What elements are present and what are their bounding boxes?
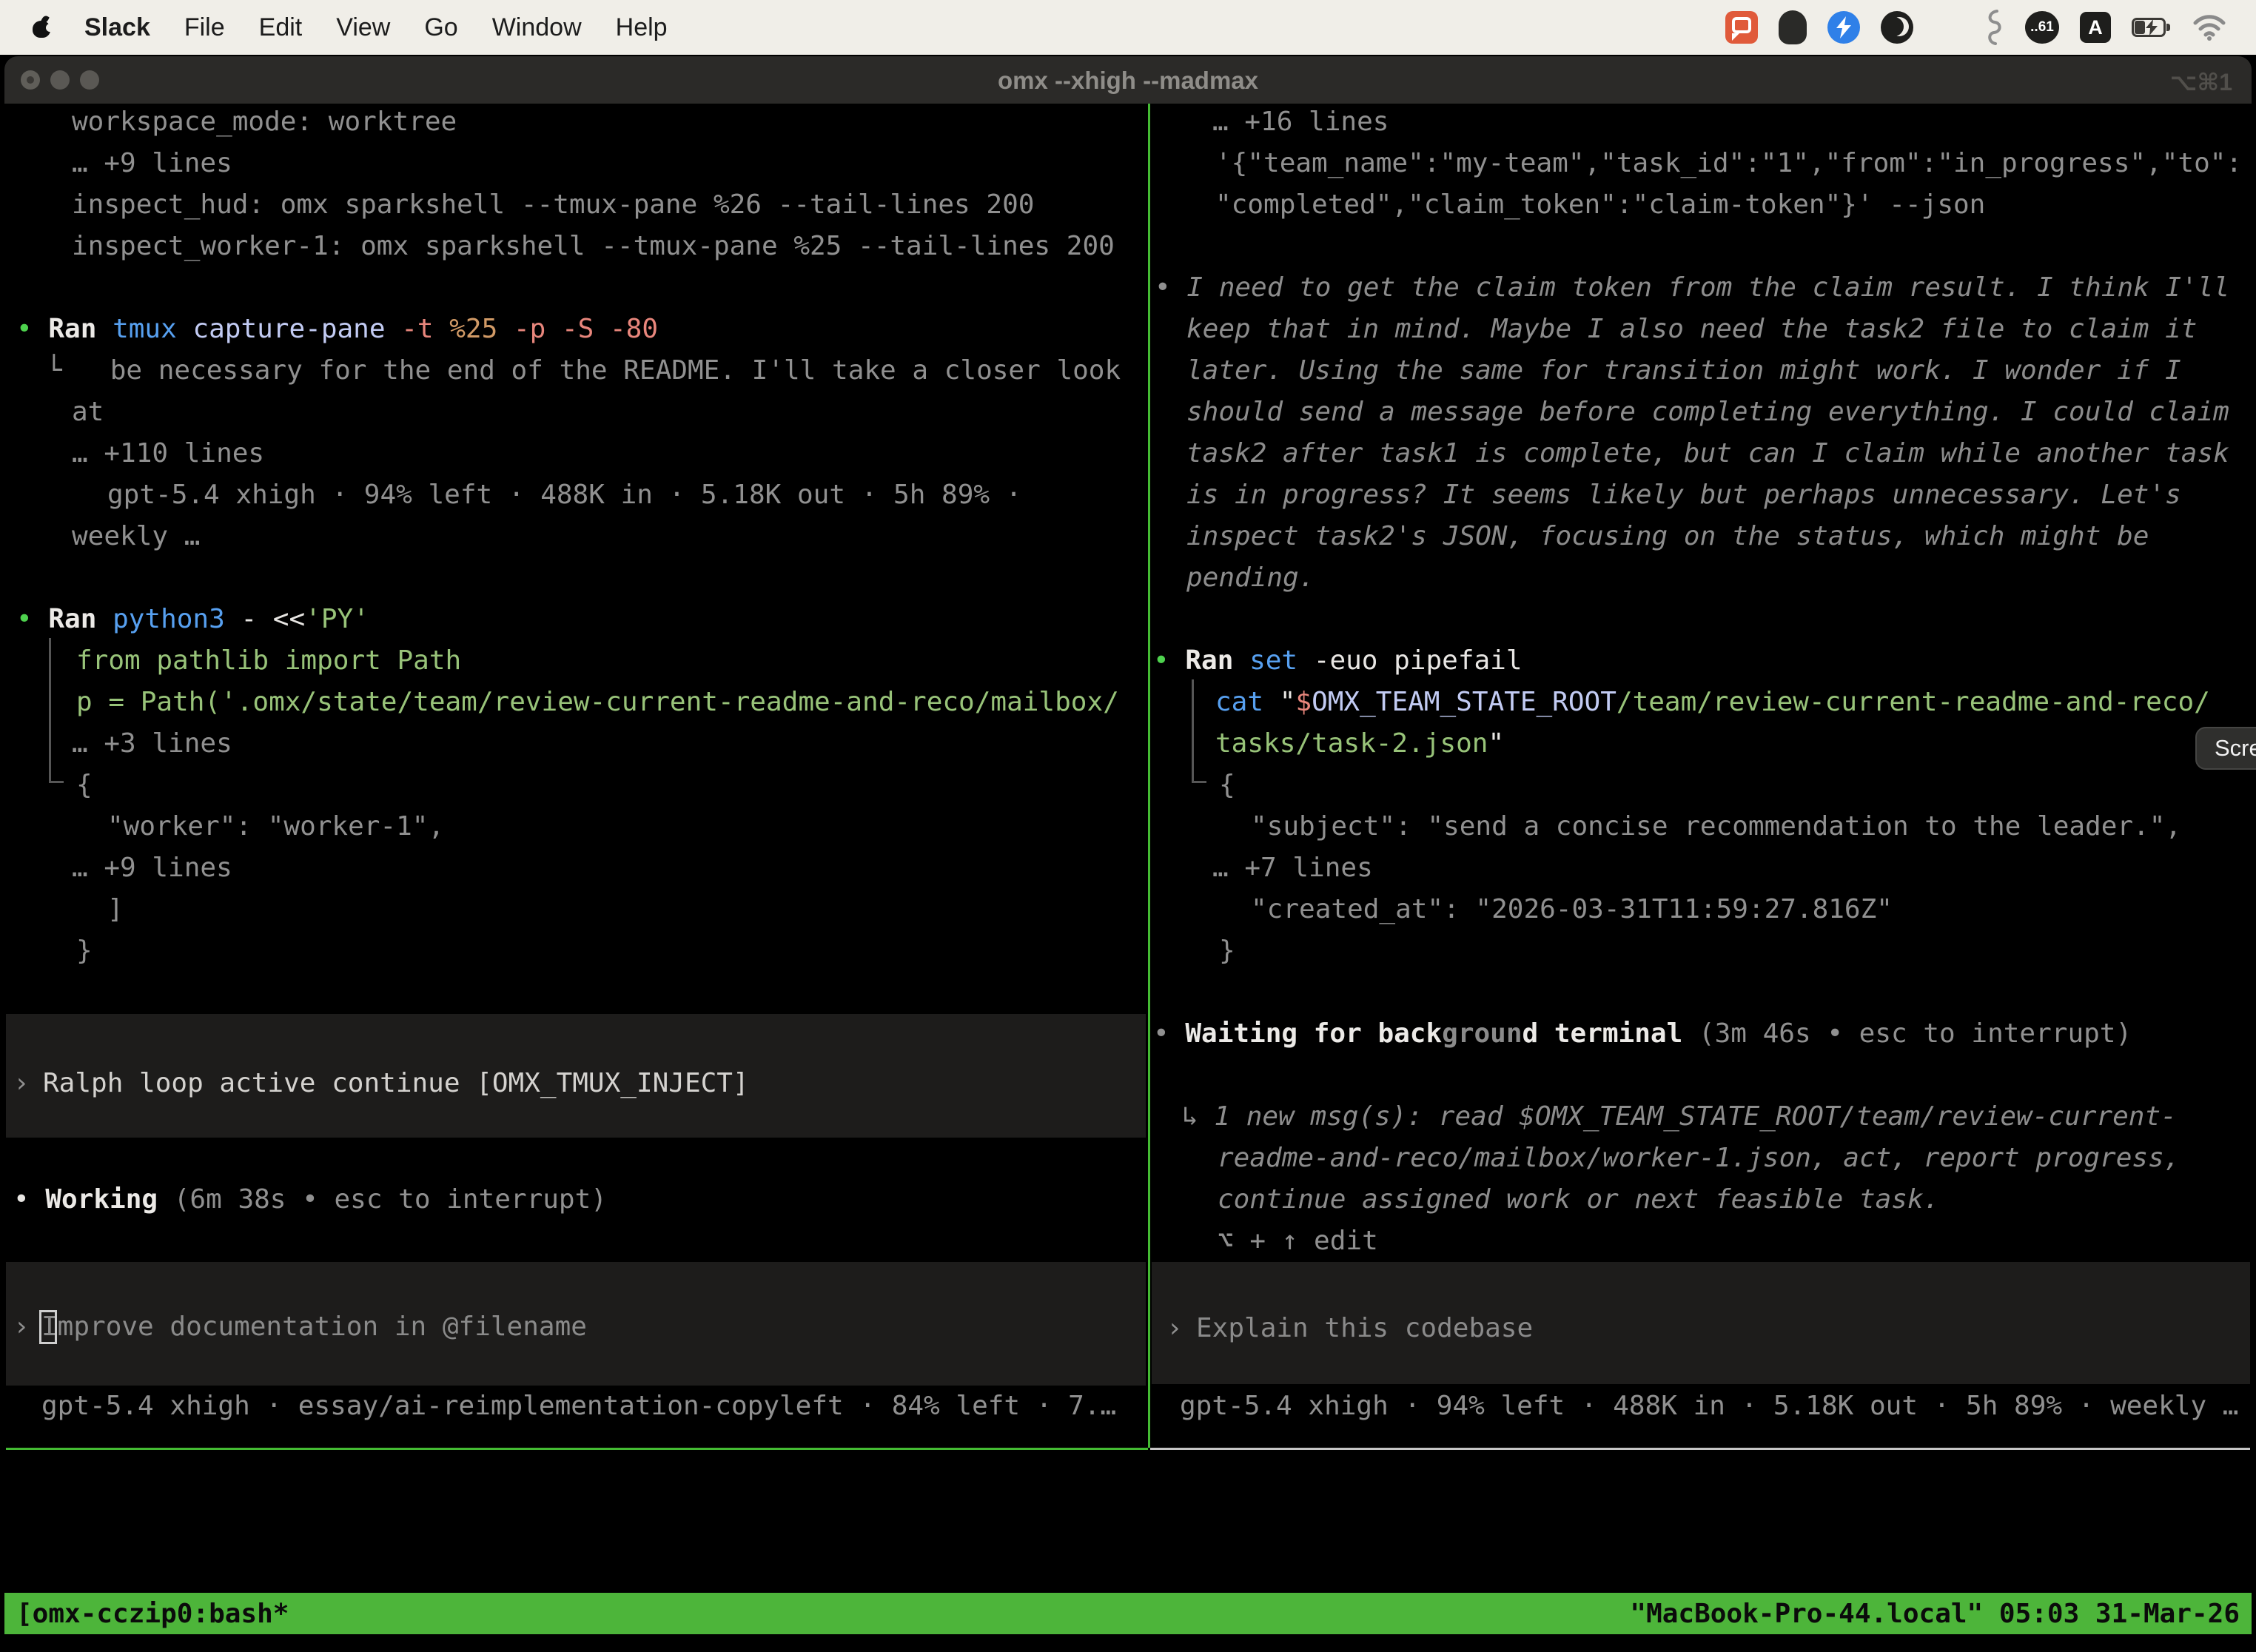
battery-charging-icon[interactable] <box>2132 17 2172 38</box>
apple-menu-icon[interactable] <box>33 17 50 38</box>
terminal-line: should send a message before completing … <box>1186 392 2229 433</box>
terminal-line: keep that in mind. Maybe I also need the… <box>1186 309 2197 350</box>
prompt-chevron: › <box>13 1306 30 1348</box>
terminal-line: workspace_mode: worktree <box>72 101 457 143</box>
pane-divider-horizontal-inactive[interactable] <box>1150 1448 2250 1450</box>
terminal-line: pending. <box>1186 557 1315 599</box>
terminal-line: inspect_worker-1: omx sparkshell --tmux-… <box>72 226 1115 267</box>
menu-item-edit[interactable]: Edit <box>259 13 303 42</box>
terminal-line: … +3 lines <box>72 723 232 765</box>
terminal-line: … +9 lines <box>72 143 232 184</box>
prompt-chevron: › <box>1166 1308 1183 1349</box>
terminal-line: inspect task2's JSON, focusing on the st… <box>1186 516 2149 557</box>
indent-guide <box>49 638 64 783</box>
menu-app-name[interactable]: Slack <box>84 13 150 42</box>
menu-item-go[interactable]: Go <box>424 13 457 42</box>
window-titlebar: omx --xhigh --madmax ⌥⌘1 <box>4 56 2252 104</box>
terminal-line: '{"team_name":"my-team","task_id":"1","f… <box>1215 143 2242 184</box>
terminal-line: cat "$OMX_TEAM_STATE_ROOT/team/review-cu… <box>1215 682 2210 723</box>
text-cursor <box>39 1310 57 1344</box>
pane-divider-vertical[interactable] <box>1148 104 1150 1448</box>
terminal-line: at <box>72 392 104 433</box>
terminal-line: • Ran python3 - <<'PY' <box>16 599 369 640</box>
menu-item-file[interactable]: File <box>184 13 225 42</box>
menu-item-help[interactable]: Help <box>616 13 668 42</box>
terminal-line: task2 after task1 is complete, but can I… <box>1186 433 2229 474</box>
right-input-placeholder: Explain this codebase <box>1196 1308 1533 1349</box>
terminal-line: ⌥ + ↑ edit <box>1218 1220 1378 1262</box>
menu-item-view[interactable]: View <box>336 13 390 42</box>
terminal-line: • Waiting for background terminal (3m 46… <box>1153 1013 2132 1055</box>
terminal-line: "created_at": "2026-03-31T11:59:27.816Z" <box>1251 889 1893 930</box>
tmux-session-label: [omx-cczip0:bash* <box>16 1599 289 1629</box>
terminal-line: { <box>1219 765 1235 806</box>
privacy-shield-icon[interactable] <box>1779 10 1807 44</box>
screenshot-preview-popup[interactable]: Scre <box>2195 727 2256 770</box>
terminal-line: gpt-5.4 xhigh · essay/ai-reimplementatio… <box>41 1386 1116 1427</box>
terminal-line: └ be necessary for the end of the README… <box>46 350 1121 392</box>
terminal-line: continue assigned work or next feasible … <box>1218 1179 1939 1220</box>
terminal-line: weekly … <box>72 516 200 557</box>
terminal-line: } <box>1219 930 1235 972</box>
terminal-line: ↳ 1 new msg(s): read $OMX_TEAM_STATE_ROO… <box>1182 1096 2177 1138</box>
terminal-line: { <box>76 765 93 806</box>
tmux-status-bar: [omx-cczip0:bash* "MacBook-Pro-44.local"… <box>4 1593 2252 1634</box>
terminal-line: inspect_hud: omx sparkshell --tmux-pane … <box>72 184 1034 226</box>
messenger-badge-icon[interactable] <box>1827 11 1860 44</box>
left-input-placeholder: Improve documentation in @filename <box>41 1306 587 1348</box>
screenshot-popup-label: Scre <box>2215 735 2256 762</box>
prompt-chevron: › <box>13 1063 30 1104</box>
terminal-line: gpt-5.4 xhigh · 94% left · 488K in · 5.1… <box>1180 1386 2238 1427</box>
terminal-line: "subject": "send a concise recommendatio… <box>1251 806 2181 847</box>
chat-app-icon[interactable] <box>1725 11 1758 44</box>
indent-guide <box>1192 679 1206 783</box>
scroll-squiggle-icon[interactable] <box>1982 10 2004 45</box>
window-shortcut-hint: ⌥⌘1 <box>2170 68 2232 96</box>
terminal-line: … +7 lines <box>1212 847 1373 889</box>
terminal-line: from pathlib import Path <box>76 640 461 682</box>
menu-item-window[interactable]: Window <box>492 13 582 42</box>
terminal-line: is in progress? It seems likely but perh… <box>1186 474 2181 516</box>
terminal-line: • Ran tmux capture-pane -t %25 -p -S -80 <box>16 309 658 350</box>
terminal-line: p = Path('.omx/state/team/review-current… <box>76 682 1119 723</box>
left-prompt-input[interactable]: › Improve documentation in @filename <box>6 1262 1146 1386</box>
ralph-status-box: › Ralph loop active continue [OMX_TMUX_I… <box>6 1014 1146 1138</box>
terminal-line: tasks/task-2.json" <box>1215 723 1504 765</box>
right-prompt-input[interactable]: › Explain this codebase <box>1152 1262 2250 1384</box>
terminal-line: • Working (6m 38s • esc to interrupt) <box>13 1179 607 1220</box>
terminal-line: ] <box>107 889 124 930</box>
menu-bar: Slack File Edit View Go Window Help ..61… <box>0 0 2256 55</box>
night-shift-icon[interactable] <box>1881 11 1913 44</box>
terminal-line: • Ran set -euo pipefail <box>1153 640 1523 682</box>
terminal-line: … +9 lines <box>72 847 232 889</box>
pane-divider-horizontal-active[interactable] <box>6 1448 1148 1450</box>
terminal-content: workspace_mode: worktree… +9 linesinspec… <box>0 104 2256 1593</box>
wifi-icon[interactable] <box>2192 14 2226 41</box>
ralph-status-text: Ralph loop active continue [OMX_TMUX_INJ… <box>43 1063 749 1104</box>
terminal-line: readme-and-reco/mailbox/worker-1.json, a… <box>1218 1138 2180 1179</box>
input-source-icon[interactable]: A <box>2080 12 2111 43</box>
terminal-line: gpt-5.4 xhigh · 94% left · 488K in · 5.1… <box>107 474 1021 516</box>
battery-percentage-badge-icon[interactable]: ..61 <box>2025 11 2059 44</box>
terminal-line: "worker": "worker-1", <box>107 806 444 847</box>
terminal-line: • I need to get the claim token from the… <box>1155 267 2229 309</box>
tmux-host-clock-label: "MacBook-Pro-44.local" 05:03 31-Mar-26 <box>1630 1599 2240 1629</box>
terminal-line: … +110 lines <box>72 433 264 474</box>
terminal-line: } <box>76 930 93 972</box>
terminal-line: later. Using the same for transition mig… <box>1186 350 2181 392</box>
terminal-line: … +16 lines <box>1212 101 1389 143</box>
window-title: omx --xhigh --madmax <box>4 67 2252 95</box>
lightning-glyph <box>1834 16 1853 38</box>
dots-grid-icon[interactable] <box>1934 14 1961 41</box>
terminal-line: "completed","claim_token":"claim-token"}… <box>1215 184 1985 226</box>
